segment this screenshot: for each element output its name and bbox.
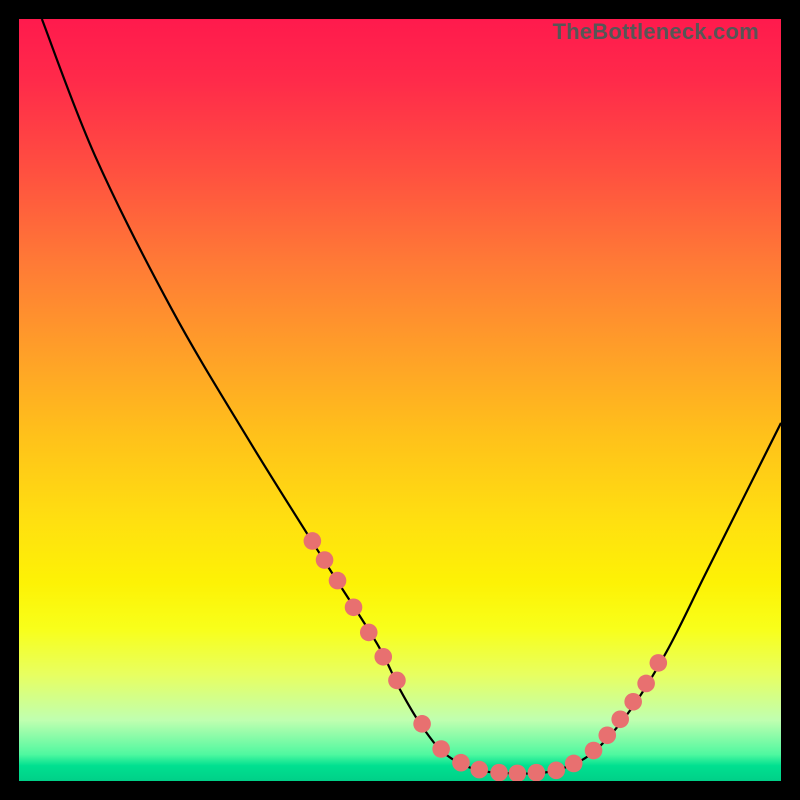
marker-dot <box>304 532 322 550</box>
marker-dot <box>329 572 347 590</box>
marker-dot <box>452 754 470 772</box>
marker-dot <box>598 726 616 744</box>
marker-dot <box>413 715 431 733</box>
marker-dot <box>360 624 378 642</box>
marker-dot <box>585 742 603 760</box>
marker-dot <box>345 598 363 616</box>
marker-dot <box>374 648 392 666</box>
plot-area: TheBottleneck.com <box>19 19 781 781</box>
marker-dot <box>509 765 527 781</box>
attribution-label: TheBottleneck.com <box>553 19 759 45</box>
marker-dot <box>490 764 508 781</box>
marker-dot <box>528 764 546 781</box>
marker-dot <box>650 654 668 672</box>
chart-svg <box>19 19 781 781</box>
marker-dot <box>565 755 583 773</box>
chart-container: TheBottleneck.com <box>0 0 800 800</box>
marker-dot <box>547 762 565 780</box>
marker-dots-group <box>304 532 668 781</box>
marker-dot <box>316 551 334 569</box>
marker-dot <box>388 672 406 690</box>
marker-dot <box>637 675 655 693</box>
marker-dot <box>611 710 629 728</box>
marker-dot <box>470 761 488 779</box>
bottleneck-curve <box>42 19 781 774</box>
marker-dot <box>432 740 450 758</box>
marker-dot <box>624 693 642 711</box>
